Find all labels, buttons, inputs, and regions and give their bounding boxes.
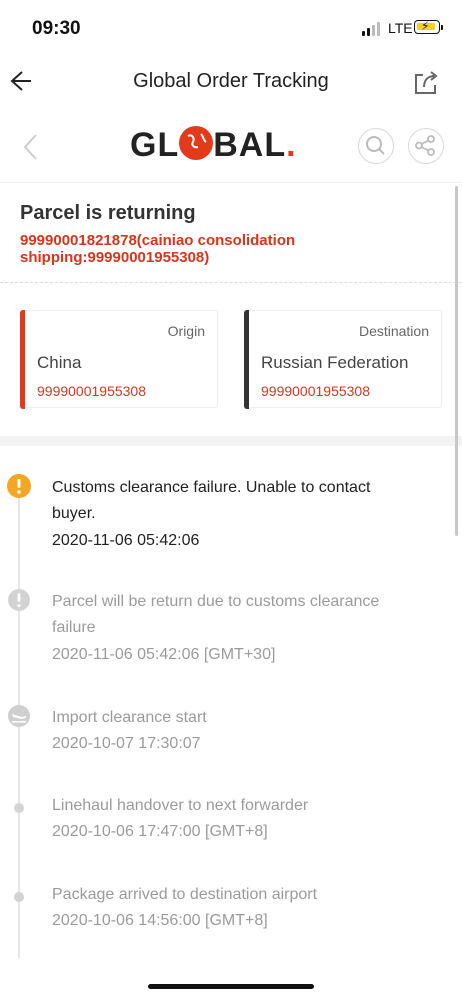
destination-bar [244, 310, 249, 409]
battery-tip [441, 25, 443, 30]
event-desc: Customs clearance failure. Unable to con… [52, 479, 371, 522]
share-button[interactable] [408, 128, 444, 164]
event-time: 2020-10-06 17:47:00 [GMT+8] [52, 823, 268, 840]
share-export-icon[interactable] [412, 68, 440, 96]
globe-icon [179, 126, 214, 160]
global-logo: GL BAL. [130, 126, 297, 164]
origin-country: China [37, 353, 82, 372]
status-time: 09:30 [32, 18, 81, 39]
page-title: Global Order Tracking [133, 70, 329, 92]
tracking-number[interactable]: 99990001821878(cainiao consolidation shi… [20, 232, 400, 266]
parcel-status: Parcel is returning 99990001821878(caini… [0, 184, 462, 283]
search-icon [366, 136, 385, 155]
status-bar: 09:30 LTE ⚡ [0, 0, 462, 56]
share-icon [415, 135, 435, 156]
event-desc: Package arrived to destination airport [52, 886, 318, 903]
battery-icon: ⚡ [414, 19, 440, 34]
network-label: LTE [388, 20, 413, 36]
scrollbar[interactable] [455, 186, 458, 536]
airplane-landing-icon [8, 705, 30, 732]
event-time: 2020-11-06 05:42:06 [52, 532, 200, 549]
event-time: 2020-11-06 05:42:06 [GMT+30] [52, 646, 276, 663]
origin-bar [20, 310, 25, 409]
nav-bar: Global Order Tracking [0, 56, 462, 108]
tracking-timeline: Customs clearance failure. Unable to con… [0, 446, 462, 958]
destination-card: Destination Russian Federation 999900019… [244, 310, 442, 409]
origin-label: Origin [167, 323, 205, 339]
event-desc: Parcel will be return due to customs cle… [52, 593, 380, 636]
destination-label: Destination [358, 323, 429, 339]
event-time: 2020-10-07 17:30:07 [52, 735, 201, 752]
status-title: Parcel is returning [20, 202, 196, 224]
section-divider [0, 436, 462, 446]
info-icon [8, 589, 30, 616]
warning-icon [7, 474, 31, 503]
origin-code: 99990001955308 [37, 383, 147, 399]
origin-card: Origin China 99990001955308 [20, 310, 218, 409]
signal-icon [362, 22, 384, 36]
brand-bar: GL BAL. [0, 112, 462, 183]
home-indicator[interactable] [148, 984, 314, 989]
dot-icon [14, 889, 24, 907]
event-desc: Import clearance start [52, 709, 207, 726]
search-button[interactable] [358, 128, 394, 164]
destination-code: 99990001955308 [261, 383, 371, 399]
event-desc: Linehaul handover to next forwarder [52, 797, 309, 814]
dot-icon [14, 800, 24, 818]
destination-country: Russian Federation [261, 353, 409, 372]
event-time: 2020-10-06 14:56:00 [GMT+8] [52, 912, 268, 929]
chevron-left-icon[interactable] [20, 132, 42, 162]
